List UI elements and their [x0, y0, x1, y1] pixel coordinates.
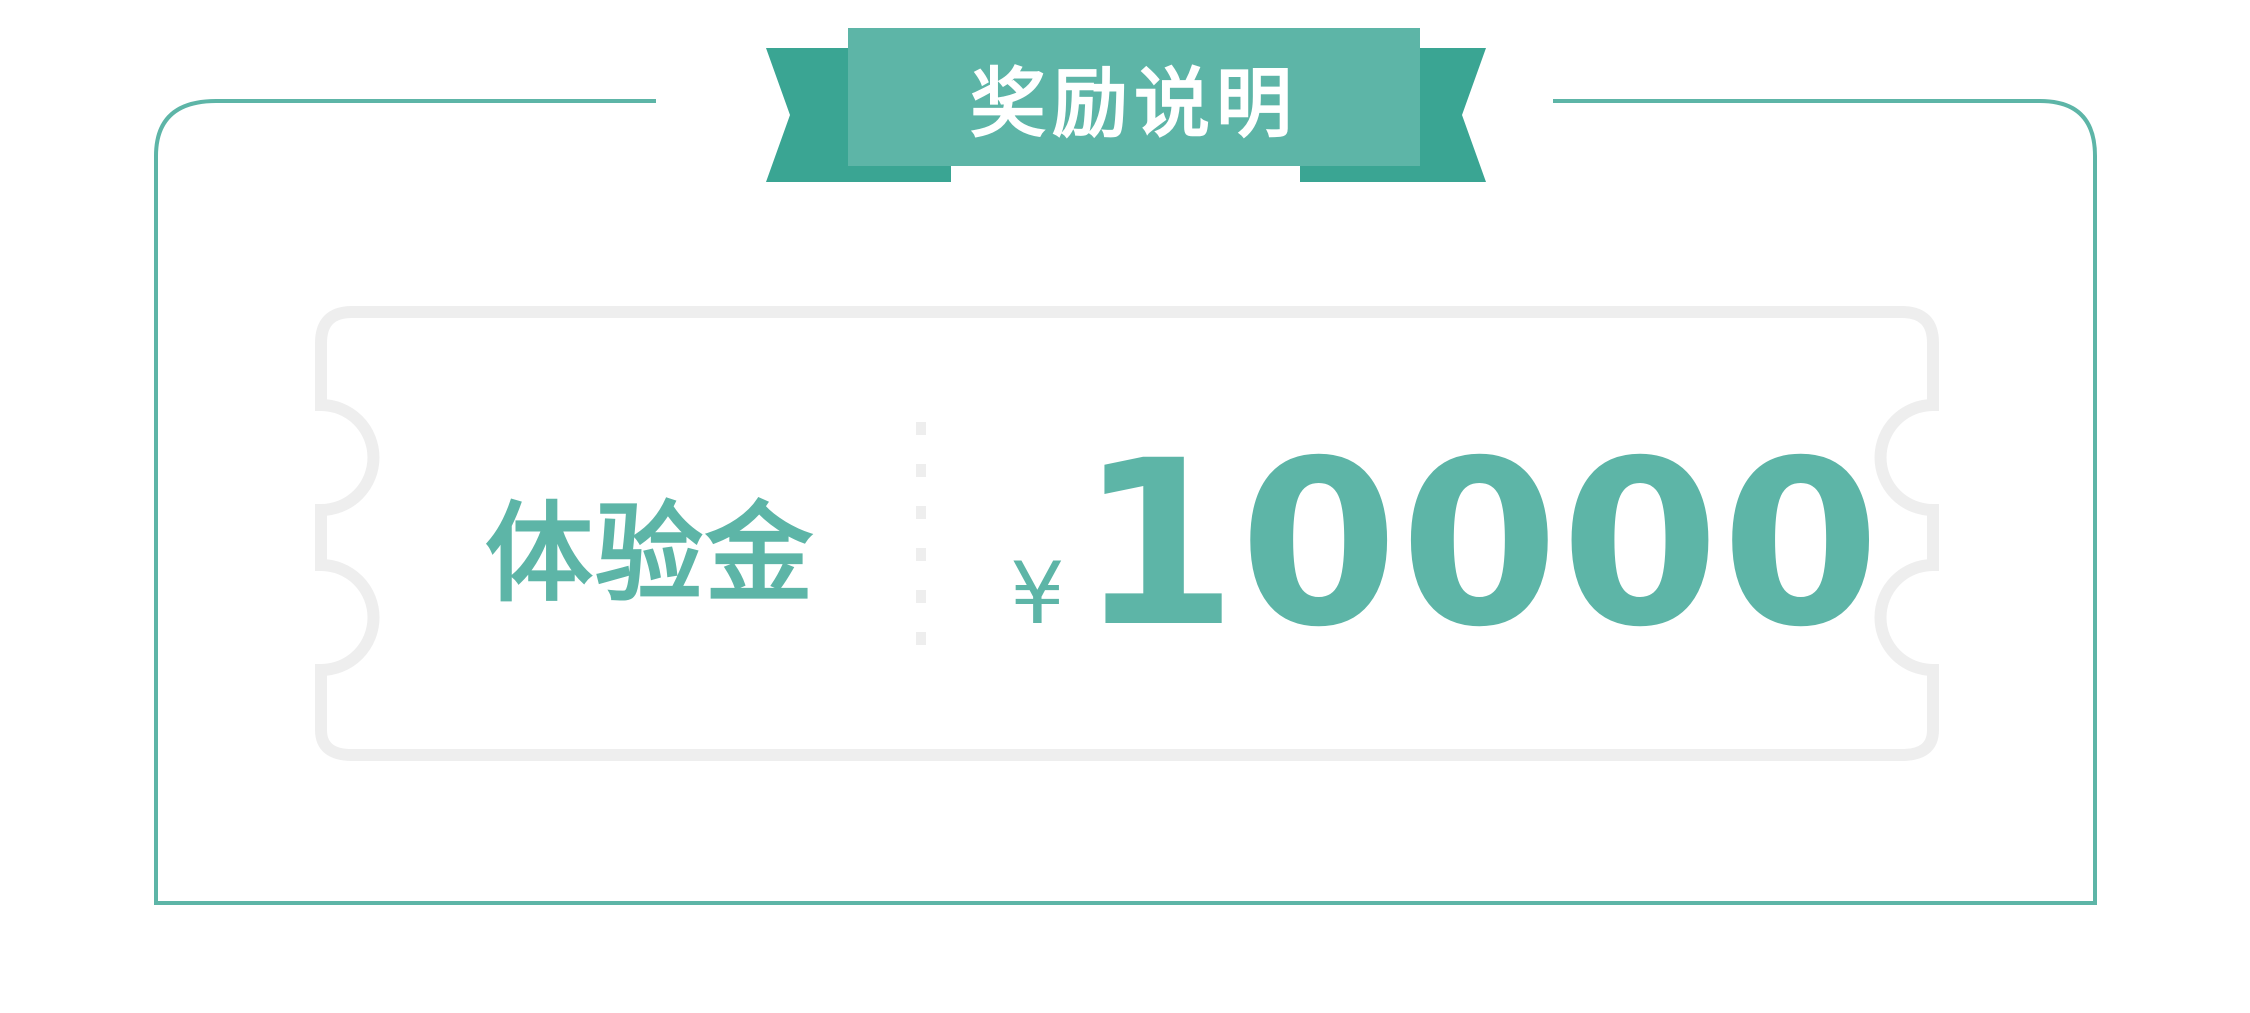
amount-value: 10000: [1078, 411, 1882, 677]
coupon-amount: ¥ 10000: [1010, 430, 1882, 670]
coupon-label: 体验金: [484, 492, 815, 617]
currency-symbol: ¥: [1010, 544, 1065, 644]
banner-title: 奖励说明: [970, 59, 1298, 148]
